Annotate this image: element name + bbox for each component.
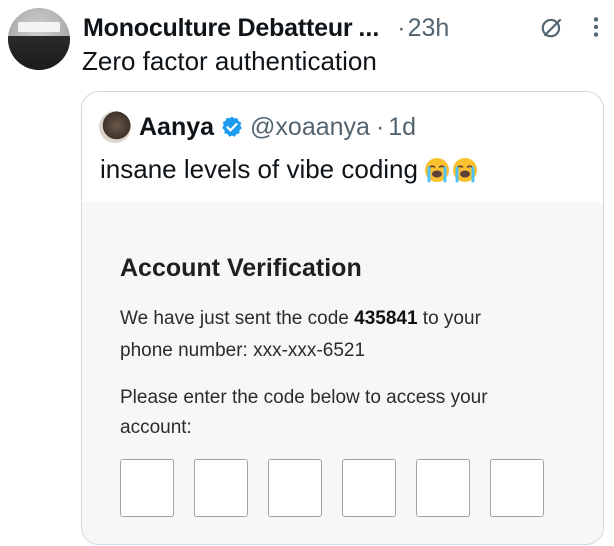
loudly-crying-face-emoji [452,157,477,182]
quoted-author-avatar[interactable] [99,111,131,143]
tweet-text: Zero factor authentication [82,46,377,76]
quoted-author-handle[interactable]: @xoaanya [250,113,370,142]
quoted-tweet-text: insane levels of vibe coding [100,154,418,184]
verification-title: Account Verification [120,254,362,282]
code-input-box[interactable] [342,459,396,517]
separator-dot: · [397,13,406,42]
verification-screenshot[interactable]: Account Verification We have just sent t… [82,202,603,544]
more-vertical-icon[interactable] [589,14,603,40]
author-avatar[interactable] [8,8,70,70]
verified-badge-icon [222,116,242,137]
verification-line-4: account: [120,417,192,438]
author-name[interactable]: Monoculture Debatteur [83,14,353,43]
tweet-time[interactable]: 23h [408,14,450,43]
verification-code: 435841 [354,308,418,329]
code-input-box[interactable] [194,459,248,517]
grok-icon[interactable] [539,14,565,40]
quoted-separator-dot: · [375,112,385,141]
code-input-box[interactable] [416,459,470,517]
avatar-storefront [8,36,70,70]
line1-prefix: We have just sent the code [120,308,355,329]
quoted-tweet-text-row: insane levels of vibe coding [100,154,478,185]
verification-line-1: We have just sent the code 435841 to you… [120,308,481,330]
code-input-box[interactable] [120,459,174,517]
code-input-box[interactable] [490,459,544,517]
tweet-header: Monoculture Debatteur ... · 23h [83,10,603,46]
avatar-sign [18,22,60,32]
quoted-tweet-card[interactable]: Aanya @xoaanya · 1d insane levels of vib… [81,91,604,545]
quoted-tweet-time[interactable]: 1d [388,113,416,142]
verification-line-3: Please enter the code below to access yo… [120,387,488,408]
code-input-box[interactable] [268,459,322,517]
quoted-author-name[interactable]: Aanya [139,113,214,142]
author-name-ellipsis: ... [358,13,380,42]
quoted-tweet-header: Aanya @xoaanya · 1d [99,110,416,144]
verification-line-2: phone number: xxx-xxx-6521 [120,340,366,361]
line1-suffix: to your [417,308,481,329]
loudly-crying-face-emoji [424,157,449,182]
